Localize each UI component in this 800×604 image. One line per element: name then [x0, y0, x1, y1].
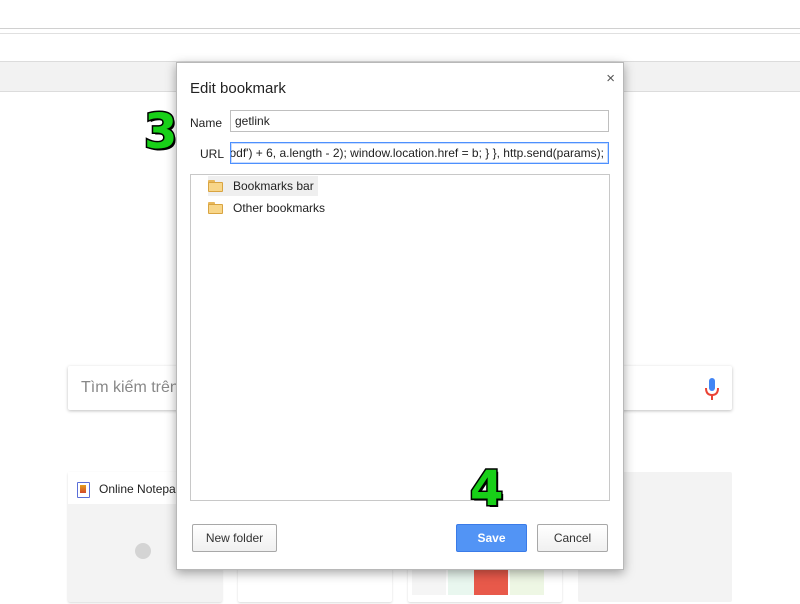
toolbar-divider: [0, 33, 800, 34]
name-label: Name: [190, 116, 223, 130]
name-input[interactable]: getlink: [230, 110, 609, 132]
step-4-annotation: 4: [468, 461, 504, 517]
close-icon[interactable]: ×: [606, 70, 615, 87]
folder-item-bookmarks-bar[interactable]: Bookmarks bar: [208, 176, 318, 196]
url-input[interactable]: odf') + 6, a.length - 2); window.locatio…: [230, 142, 609, 164]
url-input-text: odf') + 6, a.length - 2); window.locatio…: [230, 146, 604, 160]
browser-toolbar: [0, 0, 800, 60]
microphone-icon[interactable]: [704, 377, 720, 401]
step-3-annotation: 3: [142, 104, 178, 160]
url-label: URL: [200, 147, 225, 161]
search-placeholder: Tìm kiếm trên: [81, 379, 179, 396]
notepad-favicon-icon: [77, 482, 90, 498]
folder-tree[interactable]: Bookmarks bar Other bookmarks: [190, 174, 610, 501]
folder-icon: [208, 180, 224, 192]
tile-title: Online Notepa: [99, 482, 176, 496]
folder-item-other-bookmarks[interactable]: Other bookmarks: [208, 198, 325, 218]
folder-label: Other bookmarks: [233, 201, 326, 215]
edit-bookmark-dialog: Edit bookmark × Name getlink URL odf') +…: [176, 62, 624, 570]
save-button[interactable]: Save: [456, 524, 527, 552]
folder-label: Bookmarks bar: [233, 179, 314, 193]
tile-placeholder-icon: [135, 543, 151, 559]
cancel-button[interactable]: Cancel: [537, 524, 608, 552]
toolbar-divider: [0, 28, 800, 29]
dialog-title: Edit bookmark: [190, 80, 286, 97]
new-folder-button[interactable]: New folder: [192, 524, 277, 552]
folder-icon: [208, 202, 224, 214]
